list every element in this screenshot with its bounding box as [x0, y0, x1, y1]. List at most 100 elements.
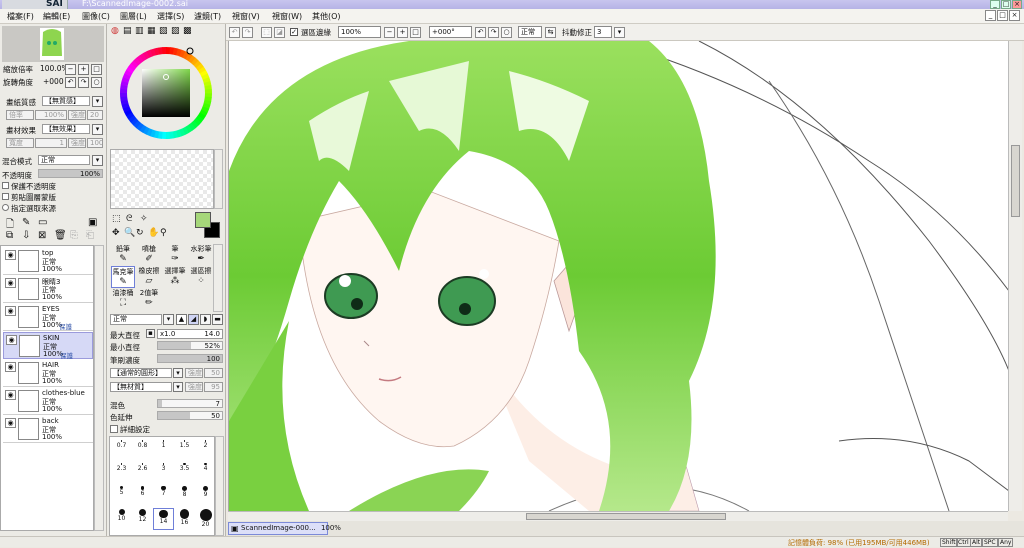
- scratchpad-scrollbar[interactable]: [214, 149, 223, 209]
- brush-size-2.6[interactable]: 2.6: [132, 462, 153, 484]
- tool-marker[interactable]: 馬克筆 ✎: [111, 266, 135, 288]
- density-slider[interactable]: 100: [157, 354, 223, 363]
- color-wheel-icon[interactable]: ◍: [111, 26, 119, 36]
- layer-item-selected[interactable]: ◉ SKIN 正常 100% 保護: [3, 332, 93, 360]
- redo-button[interactable]: ↷: [242, 27, 253, 38]
- swatches-icon[interactable]: ▨: [171, 26, 180, 36]
- layer-item[interactable]: ◉ HAIR 正常 100%: [3, 360, 93, 387]
- rotate-icon[interactable]: ↻: [136, 228, 144, 238]
- eye-icon[interactable]: ◉: [5, 306, 16, 316]
- shape-semicircle-icon[interactable]: ◢: [188, 314, 199, 325]
- brush-size-12[interactable]: 12: [132, 508, 153, 530]
- eye-icon[interactable]: ◉: [5, 250, 16, 260]
- rotation-select[interactable]: +000°: [429, 26, 472, 38]
- selection-source-radio[interactable]: [2, 204, 9, 211]
- rotate-reset-button[interactable]: ○: [91, 77, 102, 88]
- doc-close-button[interactable]: ×: [1009, 10, 1020, 21]
- selection-edge-checkbox[interactable]: ✓: [290, 28, 298, 36]
- rotate-value[interactable]: +000: [43, 77, 64, 86]
- zoom-in-button[interactable]: +: [397, 27, 408, 38]
- eye-icon[interactable]: ◉: [5, 390, 16, 400]
- menu-view[interactable]: 視窗(V): [232, 11, 260, 22]
- tool-select-eraser[interactable]: 選區擦 ⁘: [189, 266, 213, 288]
- brush-texture-select[interactable]: 【無材質】: [110, 382, 172, 392]
- tool-brush[interactable]: 筆 ✑: [163, 244, 187, 266]
- tool-scrollbar[interactable]: [213, 244, 223, 312]
- stabilizer-select[interactable]: 3: [594, 26, 612, 38]
- menu-filter[interactable]: 濾鏡(T): [194, 11, 221, 22]
- paper-strength-value[interactable]: 20: [87, 110, 103, 120]
- rotate-reset-button[interactable]: ○: [501, 27, 512, 38]
- brush-size-2.3[interactable]: 2.3: [111, 462, 132, 484]
- brush-size-7[interactable]: 7: [153, 485, 174, 507]
- horizontal-scroll-thumb[interactable]: [526, 513, 726, 520]
- clear-layer-icon[interactable]: ⊠: [38, 230, 46, 241]
- zoom-select[interactable]: 100%: [338, 26, 381, 38]
- navigator-preview[interactable]: [2, 26, 104, 62]
- canvas-vertical-scrollbar[interactable]: [1008, 41, 1022, 511]
- shape-strength-value[interactable]: 50: [204, 368, 223, 378]
- new-folder-icon[interactable]: ▭: [38, 217, 47, 228]
- shape-flat-icon[interactable]: ▬: [212, 314, 223, 325]
- brush-mode-select[interactable]: 正常: [110, 314, 162, 325]
- trash-icon[interactable]: 🗑: [54, 230, 67, 241]
- canvas-horizontal-scrollbar[interactable]: [228, 511, 1008, 521]
- blending-slider[interactable]: 7: [157, 399, 223, 408]
- brush-size-scrollbar[interactable]: [215, 436, 224, 536]
- chevron-down-icon[interactable]: ▾: [92, 124, 103, 135]
- paper-scale-value[interactable]: 100%: [35, 110, 67, 120]
- brush-size-0.7[interactable]: 0.7: [111, 439, 132, 461]
- eyedropper-icon[interactable]: ⚲: [160, 228, 167, 238]
- eye-icon[interactable]: ◉: [6, 335, 17, 345]
- magic-wand-icon[interactable]: ✧: [140, 214, 148, 224]
- brush-size-5[interactable]: 5: [111, 485, 132, 507]
- toolbar-blend-select[interactable]: 正常: [518, 26, 542, 38]
- new-linework-layer-icon[interactable]: ✎: [22, 217, 30, 228]
- minimize-button[interactable]: _: [990, 0, 1000, 9]
- brush-shape-select[interactable]: 【通常的圓形】: [110, 368, 172, 378]
- shape-rounded-icon[interactable]: ◗: [200, 314, 211, 325]
- rotate-left-button[interactable]: ↶: [475, 27, 486, 38]
- min-size-slider[interactable]: 52%: [157, 341, 223, 350]
- transfer-down-icon[interactable]: ⇩: [22, 230, 30, 241]
- layer-mask-icon[interactable]: ▣: [88, 217, 97, 228]
- maximize-button[interactable]: □: [1001, 0, 1011, 9]
- primary-color-swatch[interactable]: [195, 212, 211, 228]
- color-table-icon[interactable]: ▦: [147, 26, 156, 36]
- brush-size-8[interactable]: 8: [174, 485, 195, 507]
- move-icon[interactable]: ✥: [112, 228, 120, 238]
- clipping-checkbox[interactable]: [2, 193, 9, 200]
- persistence-slider[interactable]: 50: [157, 411, 223, 420]
- tool-airbrush[interactable]: 噴槍 ✐: [137, 244, 161, 266]
- brush-size-0.8[interactable]: 0.8: [132, 439, 153, 461]
- brush-size-16[interactable]: 16: [174, 508, 195, 530]
- opacity-slider[interactable]: 100%: [38, 169, 103, 178]
- preserve-opacity-checkbox[interactable]: [2, 182, 9, 189]
- flip-horizontal-button[interactable]: ⇆: [545, 27, 556, 38]
- rgb-slider-icon[interactable]: ▤: [123, 26, 132, 36]
- doc-minimize-button[interactable]: _: [985, 10, 996, 21]
- max-size-field[interactable]: x1.0 14.0: [157, 329, 223, 339]
- chevron-down-icon[interactable]: ▾: [614, 27, 625, 38]
- brush-size-10[interactable]: 10: [111, 508, 132, 530]
- scratchpad-icon[interactable]: ▩: [183, 26, 192, 36]
- hand-icon[interactable]: ✋: [148, 228, 159, 238]
- eye-icon[interactable]: ◉: [5, 278, 16, 288]
- chevron-down-icon[interactable]: ▾: [173, 368, 183, 378]
- tool-bucket[interactable]: 油漆桶 ⛶: [111, 288, 135, 310]
- menu-file[interactable]: 檔案(F): [7, 11, 34, 22]
- vertical-scroll-thumb[interactable]: [1011, 145, 1020, 217]
- close-button[interactable]: ×: [1012, 0, 1022, 9]
- undo-button[interactable]: ↶: [229, 27, 240, 38]
- effect-width-value[interactable]: 1: [35, 138, 67, 148]
- deselect-button[interactable]: ⬚: [261, 27, 272, 38]
- zoom-fit-button[interactable]: □: [410, 27, 421, 38]
- zoom-in-button[interactable]: +: [78, 64, 89, 75]
- document-tab[interactable]: ▣ ScannedImage-000... 100%: [228, 522, 341, 535]
- doc-restore-button[interactable]: □: [997, 10, 1008, 21]
- menu-edit[interactable]: 編輯(E): [43, 11, 70, 22]
- tool-watercolor[interactable]: 水彩筆 ✒: [189, 244, 213, 266]
- chevron-down-icon[interactable]: ▾: [92, 96, 103, 107]
- brush-size-9[interactable]: 9: [195, 485, 216, 507]
- brush-size-3[interactable]: 3: [153, 462, 174, 484]
